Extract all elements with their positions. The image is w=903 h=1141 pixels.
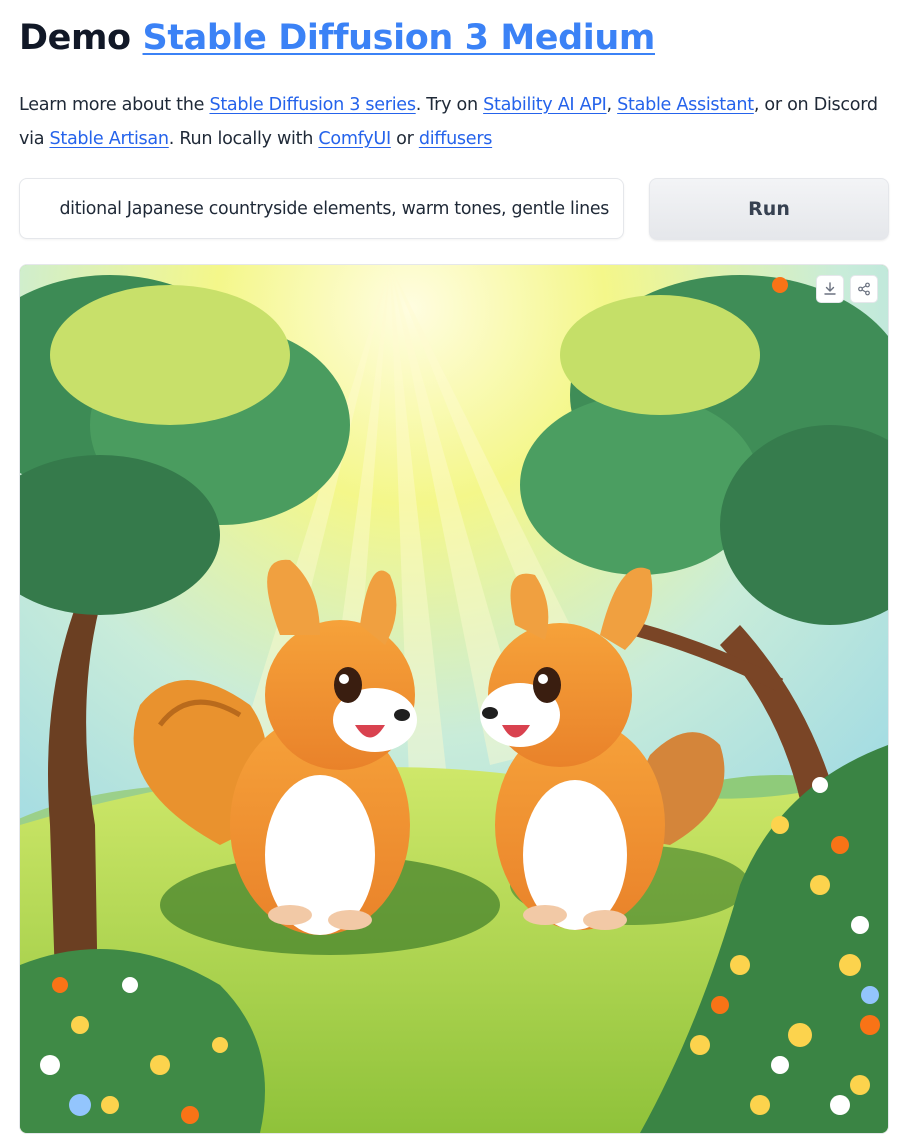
desc-text-6: or — [390, 129, 419, 149]
link-stability-api[interactable]: Stability AI API — [483, 95, 607, 115]
share-button[interactable] — [850, 275, 878, 303]
download-icon — [824, 282, 836, 295]
desc-text-1: Learn more about the — [19, 95, 210, 115]
link-stable-assistant[interactable]: Stable Assistant — [617, 95, 754, 115]
link-sd3-series[interactable]: Stable Diffusion 3 series — [209, 95, 416, 115]
prompt-box[interactable] — [19, 178, 624, 239]
prompt-input[interactable] — [20, 179, 609, 238]
download-button[interactable] — [816, 275, 844, 303]
title-prefix: Demo — [19, 18, 131, 58]
desc-text-2: . Try on — [415, 95, 484, 115]
link-comfyui[interactable]: ComfyUI — [318, 129, 391, 149]
link-stable-artisan[interactable]: Stable Artisan — [49, 129, 169, 149]
description: Learn more about the Stable Diffusion 3 … — [19, 88, 891, 156]
demo-page: Demo Stable Diffusion 3 Medium Learn mor… — [0, 0, 903, 1141]
share-icon — [858, 282, 870, 296]
generated-image — [20, 265, 888, 1133]
run-button[interactable]: Run — [649, 178, 889, 240]
title-model-link[interactable]: Stable Diffusion 3 Medium — [143, 18, 656, 58]
desc-text-3: , — [606, 95, 618, 115]
link-diffusers[interactable]: diffusers — [419, 129, 493, 149]
page-title: Demo Stable Diffusion 3 Medium — [19, 14, 655, 62]
desc-text-5: . Run locally with — [168, 129, 319, 149]
result-image-panel — [19, 264, 889, 1134]
